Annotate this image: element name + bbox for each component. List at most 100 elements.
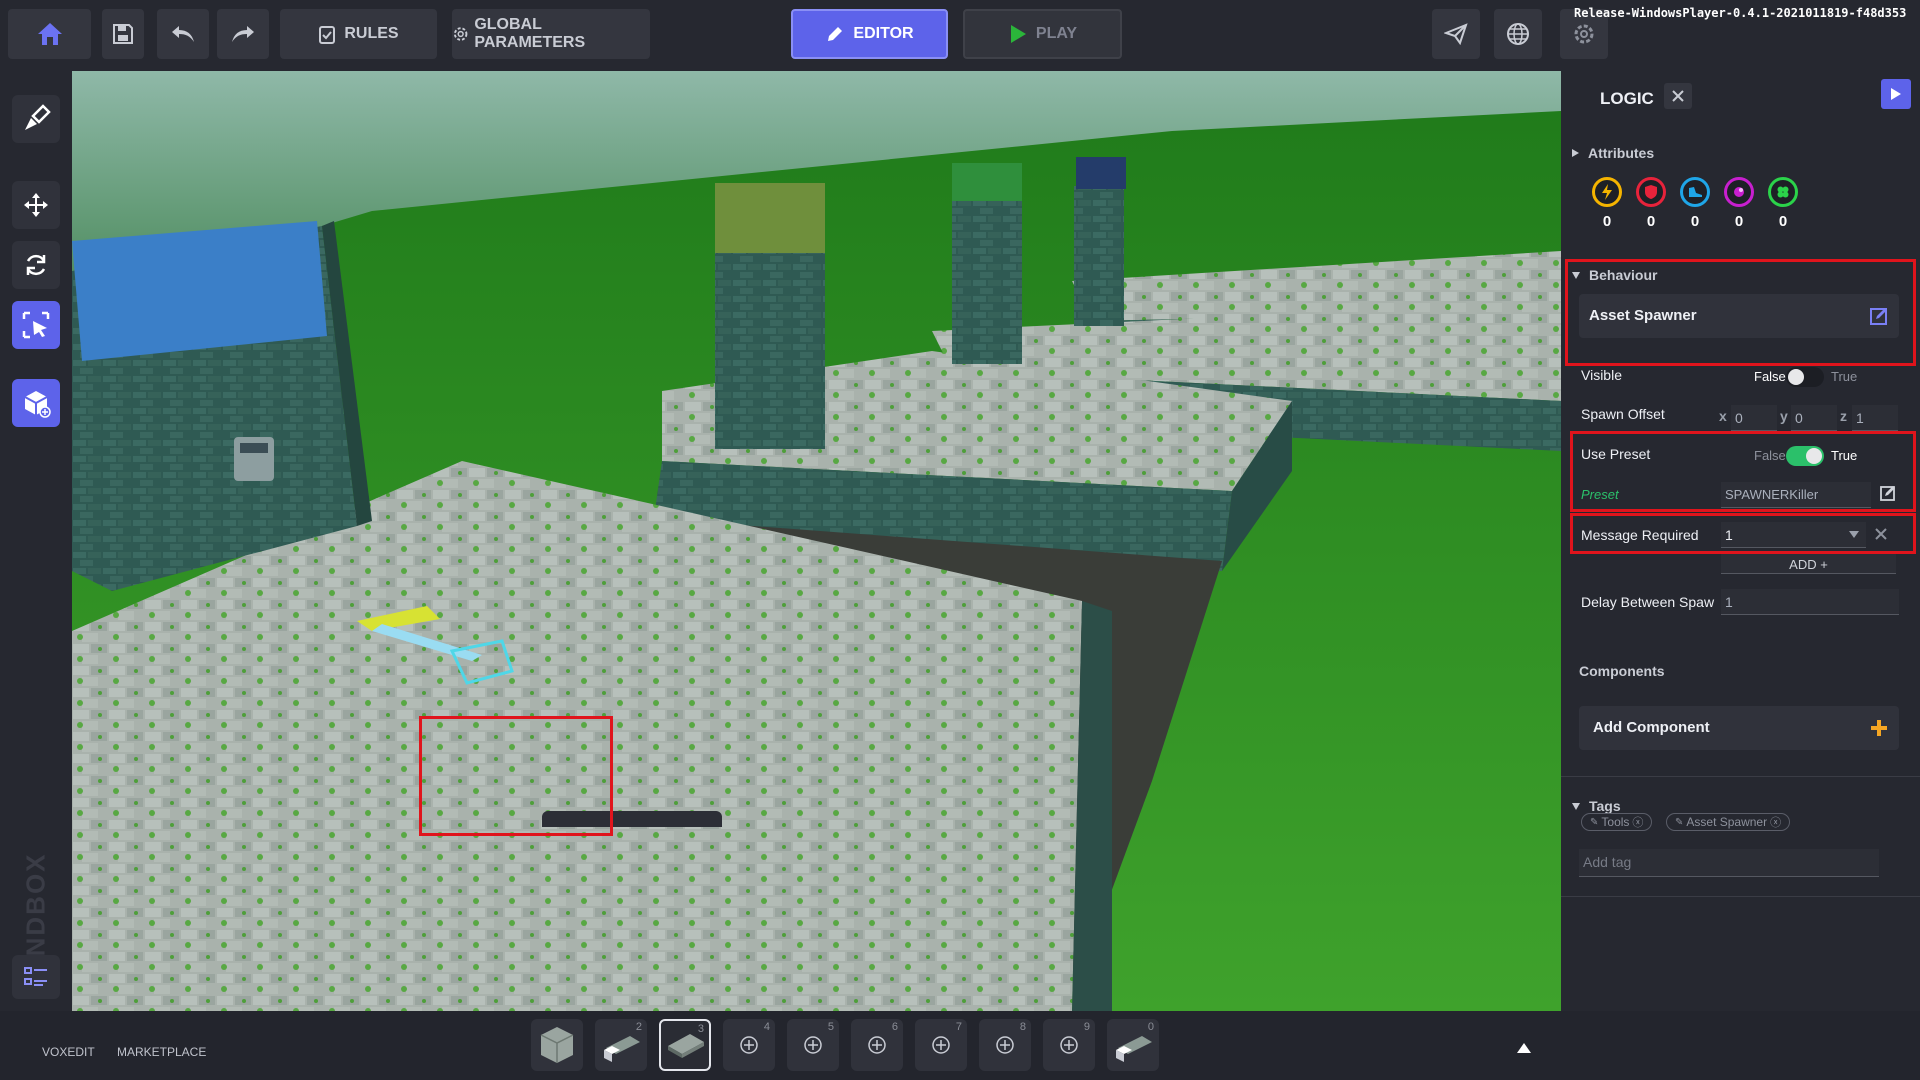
- cube-add-icon: [24, 391, 51, 418]
- hotbar-slot-8[interactable]: 8: [979, 1019, 1031, 1071]
- tags-caret-icon: [1572, 802, 1580, 810]
- editor-button[interactable]: EDITOR: [791, 9, 948, 59]
- redo-button[interactable]: [217, 9, 269, 59]
- visible-true-label: True: [1831, 369, 1858, 384]
- settings-gear-icon: [1574, 24, 1594, 44]
- expand-bottom-button[interactable]: [1516, 1041, 1532, 1059]
- move-icon: [24, 193, 48, 217]
- add-component-button[interactable]: Add Component: [1579, 706, 1899, 750]
- offset-y-input[interactable]: 0: [1791, 405, 1837, 431]
- attribute-defense: 0: [1634, 177, 1668, 230]
- add-component-label: Add Component: [1593, 719, 1710, 736]
- visible-false-label: False: [1754, 369, 1786, 384]
- rules-button[interactable]: RULES: [280, 9, 437, 59]
- tag-tools[interactable]: ✎ Tools ⓧ: [1581, 813, 1653, 831]
- tag-asset-spawner[interactable]: ✎ Asset Spawner ⓧ: [1666, 813, 1791, 831]
- hotbar-slot-5[interactable]: 5: [787, 1019, 839, 1071]
- paint-tool-button[interactable]: [12, 95, 60, 143]
- move-tool-button[interactable]: [12, 181, 60, 229]
- highlight-behaviour: [1565, 259, 1916, 366]
- play-button[interactable]: PLAY: [963, 9, 1122, 59]
- left-toolbar: SANDBOX: [0, 71, 72, 1011]
- add-circle-icon: [868, 1036, 886, 1054]
- boot-icon: [1689, 187, 1702, 197]
- panel-title: LOGIC: [1600, 89, 1654, 108]
- home-button[interactable]: [8, 9, 91, 59]
- visible-label: Visible: [1581, 367, 1622, 383]
- play-icon: [1010, 25, 1026, 43]
- components-label: Components: [1579, 663, 1665, 679]
- paint-icon: [25, 104, 51, 130]
- hotbar-slot-10[interactable]: 0: [1107, 1019, 1159, 1071]
- delay-input[interactable]: 1: [1721, 589, 1899, 615]
- hotbar-slot-9[interactable]: 9: [1043, 1019, 1095, 1071]
- clipboard-icon: [319, 26, 336, 44]
- plus-icon: [1871, 720, 1887, 736]
- hotbar-slot-4[interactable]: 4: [723, 1019, 775, 1071]
- caret-right-icon: [1572, 149, 1579, 157]
- rotate-tool-button[interactable]: [12, 241, 60, 289]
- build-info: Release-WindowsPlayer-0.4.1-2021011819-f…: [1574, 6, 1907, 20]
- magic-icon: [1734, 187, 1744, 197]
- spawner-block-icon: [1116, 1036, 1152, 1062]
- scene-viewport[interactable]: [72, 71, 1561, 1011]
- visible-toggle[interactable]: [1786, 367, 1824, 387]
- caret-up-icon: [1517, 1043, 1531, 1053]
- marketplace-link[interactable]: MARKETPLACE: [117, 1045, 206, 1059]
- offset-z-label: z: [1840, 408, 1847, 424]
- rules-label: RULES: [344, 25, 399, 42]
- add-circle-icon: [932, 1036, 950, 1054]
- spawn-offset-label: Spawn Offset: [1581, 406, 1665, 422]
- logic-panel: LOGIC Attributes 0 0 0 0 0 Behaviour Ass…: [1561, 71, 1920, 1011]
- select-tool-button[interactable]: [12, 301, 60, 349]
- remove-tag-icon[interactable]: ⓧ: [1770, 814, 1781, 830]
- energy-icon: [1602, 184, 1612, 200]
- add-tag-input[interactable]: Add tag: [1579, 849, 1879, 877]
- hotbar-slot-6[interactable]: 6: [851, 1019, 903, 1071]
- tags-toggle[interactable]: Tags: [1571, 798, 1621, 814]
- close-icon: [1672, 90, 1684, 102]
- rotate-icon: [26, 254, 46, 276]
- add-asset-button[interactable]: [12, 379, 60, 427]
- offset-x-label: x: [1719, 408, 1727, 424]
- publish-button[interactable]: [1432, 9, 1480, 59]
- add-message-button[interactable]: ADD +: [1721, 554, 1896, 574]
- scene-render: [72, 71, 1561, 1011]
- hotbar-slot-7[interactable]: 7: [915, 1019, 967, 1071]
- attribute-energy: 0: [1590, 177, 1624, 230]
- spawner-block-icon: [604, 1036, 640, 1062]
- close-panel-button[interactable]: [1664, 83, 1692, 109]
- play-label: PLAY: [1035, 25, 1078, 42]
- clover-icon: [1777, 186, 1789, 198]
- offset-z-input[interactable]: 1: [1852, 405, 1898, 431]
- language-button[interactable]: [1494, 9, 1542, 59]
- redo-icon: [232, 26, 254, 42]
- shield-icon: [1645, 185, 1657, 199]
- home-icon: [37, 23, 62, 45]
- globe-icon: [1507, 23, 1529, 45]
- expand-panel-button[interactable]: [1881, 79, 1911, 109]
- attributes-label: Attributes: [1588, 145, 1655, 161]
- pencil-icon: [828, 27, 843, 41]
- hotbar-slot-1[interactable]: [531, 1019, 583, 1071]
- remove-tag-icon[interactable]: ⓧ: [1632, 814, 1643, 830]
- hotbar-slot-2[interactable]: 2: [595, 1019, 647, 1071]
- panel-divider: [1561, 776, 1920, 777]
- stone-cube-icon: [540, 1027, 574, 1063]
- attribute-magic: 0: [1722, 177, 1756, 230]
- attributes-toggle[interactable]: Attributes: [1571, 145, 1654, 161]
- hotbar-slot-3[interactable]: 3: [659, 1019, 711, 1071]
- undo-icon: [172, 26, 194, 42]
- undo-button[interactable]: [157, 9, 209, 59]
- top-toolbar: RULES GLOBAL PARAMETERS EDITOR PLAY Rele…: [0, 0, 1920, 71]
- save-button[interactable]: [102, 9, 144, 59]
- attribute-speed: 0: [1678, 177, 1712, 230]
- save-icon: [113, 24, 133, 44]
- add-circle-icon: [804, 1036, 822, 1054]
- offset-x-input[interactable]: 0: [1731, 405, 1777, 431]
- editor-label: EDITOR: [853, 25, 914, 42]
- global-parameters-button[interactable]: GLOBAL PARAMETERS: [452, 9, 650, 59]
- tag-icon: ✎: [1675, 816, 1684, 828]
- list-button[interactable]: [12, 955, 60, 999]
- voxedit-link[interactable]: VOXEDIT: [42, 1045, 95, 1059]
